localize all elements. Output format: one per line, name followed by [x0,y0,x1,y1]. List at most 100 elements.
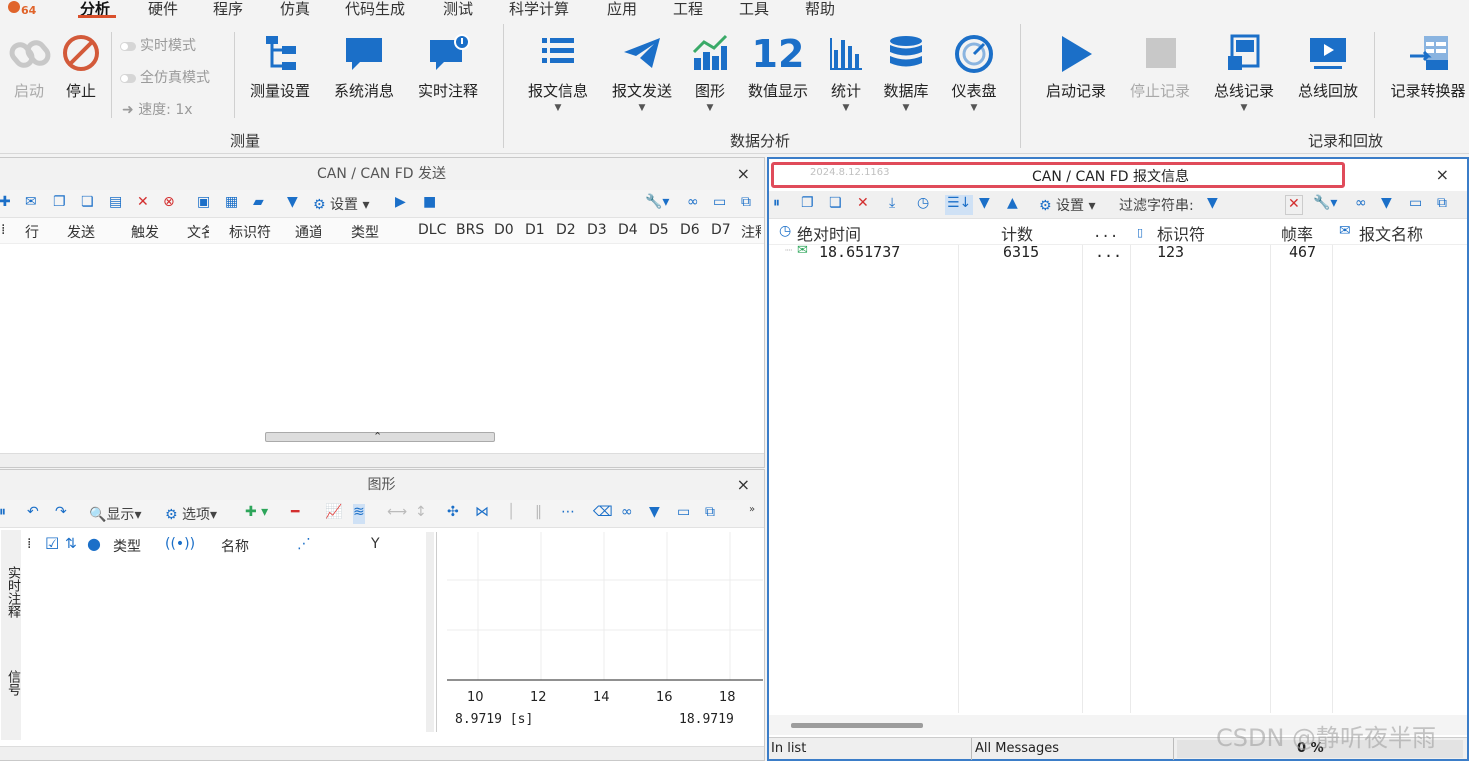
col-abs-time[interactable]: 绝对时间 [797,221,861,245]
col-trigger[interactable]: 触发 [131,222,159,242]
pause-icon[interactable]: ⏸ [773,195,780,215]
delete-icon[interactable]: ✕ [857,195,869,215]
dual-cursor-icon[interactable]: ‖ [535,504,542,524]
filter-icon[interactable]: ▼ [287,194,298,214]
speed-control[interactable]: ➜ 速度: 1x [122,99,193,119]
system-message-button[interactable]: 系统消息 [332,34,396,101]
col-frame-rate[interactable]: 帧率 [1281,221,1313,245]
expand-icon[interactable]: ✣ [447,504,459,524]
scroll-thumb[interactable] [791,723,923,728]
full-sim-mode-toggle[interactable]: 全仿真模式 [120,67,210,87]
plot-area[interactable]: 10 12 14 16 18 8.9719 [s] 18.9719 [447,532,763,738]
dashboard-button[interactable]: 仪表盘 ▼ [948,34,1000,113]
filter-icon[interactable]: ▼ [1381,195,1392,215]
statistics-button[interactable]: 统计 ▼ [828,34,864,113]
col-identifier[interactable]: 标识符 [1157,221,1205,245]
col-msg-name[interactable]: 报文名称 [1359,221,1423,245]
bus-replay-button[interactable]: 总线回放 [1295,34,1361,101]
close-icon[interactable]: × [1436,159,1449,191]
col-d4[interactable]: D4 [618,222,638,238]
arrow-up-icon[interactable]: ▲ [1007,195,1018,215]
pause-icon[interactable]: ⏸ [0,504,6,524]
undo-icon[interactable]: ↶ [27,504,39,524]
col-type[interactable]: 类型 [113,536,141,556]
wrench-icon[interactable]: 🔧▾ [645,194,669,214]
database-button[interactable]: 数据库 ▼ [882,34,930,113]
close-icon[interactable]: × [737,470,750,500]
measure-setup-button[interactable]: 测量设置 [248,34,312,101]
send-settings-menu[interactable]: ⚙ 设置 ▾ [313,194,370,214]
side-tab-signal[interactable]: 信号 [3,670,22,696]
delete-icon[interactable]: ✕ [137,194,149,214]
menu-codegen[interactable]: 代码生成 [345,0,405,19]
col-d7[interactable]: D7 [711,222,731,238]
menu-science[interactable]: 科学计算 [509,0,569,19]
col-d0[interactable]: D0 [494,222,514,238]
col-identifier[interactable]: 标识符 [229,222,271,242]
window-close-icon[interactable]: ▭ [1409,195,1422,215]
options-menu[interactable]: ⚙ 选项▾ [165,504,217,524]
add-signal-icon[interactable]: ✚ ▾ [245,504,268,524]
fit-width-icon[interactable]: ⟷ [387,504,407,524]
window-close-icon[interactable]: ▭ [713,194,726,214]
menu-program[interactable]: 程序 [213,0,243,19]
fit-height-icon[interactable]: ↕ [415,504,427,524]
col-d2[interactable]: D2 [556,222,576,238]
col-channel[interactable]: 通道 [295,222,321,242]
status-all-messages[interactable]: All Messages [975,741,1059,756]
stop-icon[interactable]: ■ [423,194,436,214]
compress-icon[interactable]: ⋈ [475,504,489,524]
popout-icon[interactable]: ⧉ [741,194,751,214]
popout-icon[interactable]: ⧉ [705,504,715,524]
multi-line-icon[interactable]: ≋ [353,504,365,524]
cursor-icon[interactable]: │ [507,504,515,524]
col-d5[interactable]: D5 [649,222,669,238]
menu-apps[interactable]: 应用 [607,0,637,19]
play-icon[interactable]: ▶ [395,194,406,214]
graph-button[interactable]: 图形 ▼ [692,34,728,113]
stop-button[interactable]: 停止 [58,34,104,101]
link-icon[interactable]: ∞ [621,504,633,524]
realtime-note-button[interactable]: 实时注释 [416,34,480,101]
filter-icon[interactable]: ▼ [1207,195,1218,215]
link-icon[interactable]: ∞ [1355,195,1367,215]
arrow-down-icon[interactable]: ▼ [979,195,990,215]
clock-icon[interactable]: ◷ [917,195,929,215]
paste-icon[interactable]: ▤ [109,194,122,214]
col-dots[interactable]: ... [1093,225,1118,241]
eraser-icon[interactable]: ⌫ [593,504,613,524]
clear-filter-icon[interactable]: ✕ [1285,195,1303,215]
mail-add-icon[interactable]: ✉ [25,194,37,214]
col-dlc[interactable]: DLC [418,222,446,238]
copy-icon[interactable]: ❐ [801,195,814,215]
scrollbar[interactable] [426,532,434,732]
col-comment[interactable]: 注释 [741,222,761,242]
display-menu[interactable]: 🔍显示▾ [89,504,141,524]
numeric-display-button[interactable]: 12 数值显示 [746,34,810,101]
copy-format-icon[interactable]: ❏ [829,195,842,215]
realtime-mode-toggle[interactable]: 实时模式 [120,35,196,55]
col-y[interactable]: Y [371,536,380,552]
menu-hardware[interactable]: 硬件 [148,0,178,19]
add-message-icon[interactable]: ✚ [0,194,11,214]
filter-icon[interactable]: ▼ [649,504,660,524]
redo-icon[interactable]: ↷ [55,504,67,524]
table-row[interactable]: ┈ ✉ 18.651737 6315 ... 123 467 [769,243,1467,265]
col-brs[interactable]: BRS [456,222,484,238]
col-count[interactable]: 计数 [1001,221,1033,245]
menu-simulation[interactable]: 仿真 [280,0,310,19]
msg-info-button[interactable]: 报文信息 ▼ [526,34,590,113]
menu-project[interactable]: 工程 [673,0,703,19]
line-chart-icon[interactable]: 📈 [325,504,342,524]
menu-help[interactable]: 帮助 [805,0,835,19]
more-dots-icon[interactable]: ⋯ [561,504,575,524]
menu-test[interactable]: 测试 [443,0,473,19]
col-name[interactable]: 名称 [221,536,249,556]
col-row[interactable]: 行 [25,222,39,242]
col-d1[interactable]: D1 [525,222,545,238]
scroll-bottom-icon[interactable]: ⤓ [889,195,895,215]
start-record-button[interactable]: 启动记录 [1043,34,1109,101]
col-send[interactable]: 发送 [67,222,95,242]
bus-record-button[interactable]: 总线记录 ▼ [1211,34,1277,113]
start-button[interactable]: 启动 [8,34,51,101]
